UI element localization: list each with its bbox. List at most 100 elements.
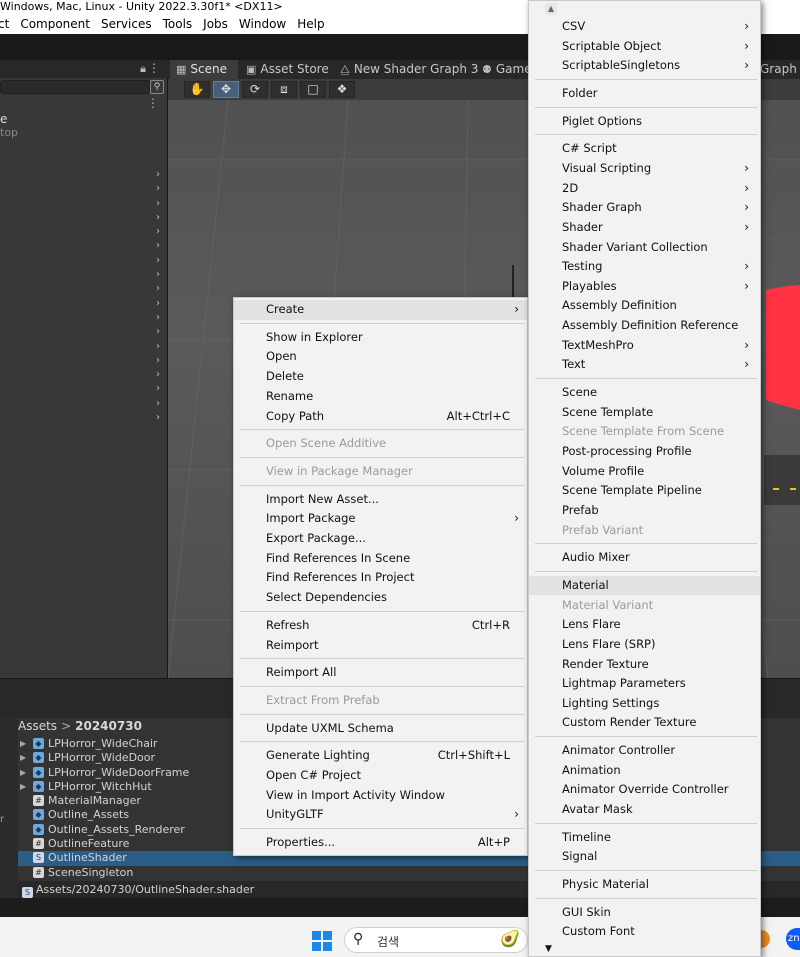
menu-help[interactable]: Help xyxy=(297,15,324,34)
menu-item-reimport[interactable]: Reimport xyxy=(234,636,527,656)
move-tool-icon[interactable]: ✥ xyxy=(213,81,239,98)
more-icon[interactable]: ⋮ xyxy=(148,61,160,75)
menu-ct[interactable]: ct xyxy=(0,15,9,34)
submenu-item-textmeshpro[interactable]: TextMeshPro › xyxy=(529,336,760,356)
transform-tool-icon[interactable]: ❖ xyxy=(329,81,355,98)
submenu-item-signal[interactable]: Signal xyxy=(529,847,760,867)
submenu-item-scene[interactable]: Scene xyxy=(529,383,760,403)
submenu-item-lens-flare-srp[interactable]: Lens Flare (SRP) xyxy=(529,635,760,655)
submenu-item-prefab[interactable]: Prefab xyxy=(529,501,760,521)
menu-item-find-references-in-scene[interactable]: Find References In Scene xyxy=(234,549,527,569)
menu-item-import-new-asset[interactable]: Import New Asset... xyxy=(234,490,527,510)
submenu-item-text[interactable]: Text › xyxy=(529,355,760,375)
submenu-item-assembly-definition-reference[interactable]: Assembly Definition Reference xyxy=(529,316,760,336)
chevron-right-icon[interactable]: › xyxy=(156,197,166,211)
menu-item-open-c-project[interactable]: Open C# Project xyxy=(234,766,527,786)
submenu-item-scene-template[interactable]: Scene Template xyxy=(529,403,760,423)
tab-game[interactable]: ⚉ Game xyxy=(476,60,536,79)
breadcrumb-assets[interactable]: Assets xyxy=(18,719,57,733)
expand-arrow-icon[interactable]: ▶ xyxy=(20,751,26,765)
menu-component[interactable]: Component xyxy=(20,15,90,34)
menu-item-export-package[interactable]: Export Package... xyxy=(234,529,527,549)
scroll-up-icon[interactable]: ▲ xyxy=(545,3,557,15)
menu-item-import-package[interactable]: Import Package › xyxy=(234,509,527,529)
submenu-item-material[interactable]: Material xyxy=(529,575,760,596)
submenu-item-animation[interactable]: Animation xyxy=(529,761,760,781)
menu-jobs[interactable]: Jobs xyxy=(203,15,228,34)
submenu-item-shader-graph[interactable]: Shader Graph › xyxy=(529,198,760,218)
breadcrumb-folder[interactable]: 20240730 xyxy=(75,719,142,733)
submenu-item-lighting-settings[interactable]: Lighting Settings xyxy=(529,694,760,714)
submenu-item-gui-skin[interactable]: GUI Skin xyxy=(529,903,760,923)
submenu-item-visual-scripting[interactable]: Visual Scripting › xyxy=(529,159,760,179)
submenu-item-timeline[interactable]: Timeline xyxy=(529,828,760,848)
submenu-item-scriptablesingletons[interactable]: ScriptableSingletons › xyxy=(529,56,760,76)
avocado-icon[interactable]: 🥑 xyxy=(500,929,520,948)
menu-item-copy-path[interactable]: Copy Path Alt+Ctrl+C xyxy=(234,407,527,427)
chevron-right-icon[interactable]: › xyxy=(156,382,166,396)
menu-item-open[interactable]: Open xyxy=(234,347,527,367)
tab-new-shader-graph-3[interactable]: ⧋ New Shader Graph 3 xyxy=(334,60,478,79)
submenu-item-folder[interactable]: Folder xyxy=(529,84,760,104)
menu-services[interactable]: Services xyxy=(101,15,152,34)
menu-item-reimport-all[interactable]: Reimport All xyxy=(234,663,527,683)
menu-item-unitygltf[interactable]: UnityGLTF › xyxy=(234,805,527,825)
expand-arrow-icon[interactable]: ▶ xyxy=(20,780,26,794)
hierarchy-item[interactable]: e xyxy=(0,112,7,126)
chevron-right-icon[interactable]: › xyxy=(156,397,166,411)
submenu-item-csv[interactable]: CSV › xyxy=(529,17,760,37)
submenu-item-post-processing-profile[interactable]: Post-processing Profile xyxy=(529,442,760,462)
chevron-right-icon[interactable]: › xyxy=(156,325,166,339)
chevron-right-icon[interactable]: › xyxy=(156,239,166,253)
chevron-right-icon[interactable]: › xyxy=(156,411,166,425)
submenu-item-playables[interactable]: Playables › xyxy=(529,277,760,297)
chevron-right-icon[interactable]: › xyxy=(156,297,166,311)
chevron-right-icon[interactable]: › xyxy=(156,211,166,225)
rotate-tool-icon[interactable]: ⟳ xyxy=(242,81,268,98)
submenu-item-volume-profile[interactable]: Volume Profile xyxy=(529,462,760,482)
submenu-item-custom-font[interactable]: Custom Font xyxy=(529,922,760,942)
hierarchy-menu-icon[interactable]: ⋮ xyxy=(147,96,159,110)
submenu-item-2d[interactable]: 2D › xyxy=(529,179,760,199)
menu-item-update-uxml-schema[interactable]: Update UXML Schema xyxy=(234,719,527,739)
windows-start-icon[interactable] xyxy=(312,931,332,951)
submenu-item-animator-override-controller[interactable]: Animator Override Controller xyxy=(529,780,760,800)
chevron-right-icon[interactable]: › xyxy=(156,311,166,325)
menu-window[interactable]: Window xyxy=(239,15,286,34)
menu-item-create[interactable]: Create › xyxy=(234,300,527,320)
menu-item-rename[interactable]: Rename xyxy=(234,387,527,407)
menu-item-refresh[interactable]: Refresh Ctrl+R xyxy=(234,616,527,636)
tab-asset-store[interactable]: ▣ Asset Store xyxy=(240,60,340,79)
submenu-item-shader-variant-collection[interactable]: Shader Variant Collection xyxy=(529,238,760,258)
lock-icon[interactable]: 🔒︎ xyxy=(140,62,146,76)
menu-item-select-dependencies[interactable]: Select Dependencies xyxy=(234,588,527,608)
submenu-item-testing[interactable]: Testing › xyxy=(529,257,760,277)
scale-tool-icon[interactable]: ⧈ xyxy=(271,81,297,98)
menu-item-generate-lighting[interactable]: Generate Lighting Ctrl+Shift+L xyxy=(234,746,527,766)
menu-tools[interactable]: Tools xyxy=(163,15,193,34)
submenu-item-custom-render-texture[interactable]: Custom Render Texture xyxy=(529,713,760,733)
menu-item-delete[interactable]: Delete xyxy=(234,367,527,387)
submenu-item-render-texture[interactable]: Render Texture xyxy=(529,655,760,675)
chevron-right-icon[interactable]: › xyxy=(156,368,166,382)
hierarchy-search-input[interactable] xyxy=(0,80,150,94)
submenu-item-lens-flare[interactable]: Lens Flare xyxy=(529,615,760,635)
search-filter-icon[interactable]: ⚲ xyxy=(150,80,164,94)
chevron-right-icon[interactable]: › xyxy=(156,282,166,296)
tab-scene[interactable]: ▦ Scene xyxy=(170,60,238,79)
expand-arrow-icon[interactable]: ▶ xyxy=(20,737,26,751)
submenu-item-shader[interactable]: Shader › xyxy=(529,218,760,238)
submenu-item-animator-controller[interactable]: Animator Controller xyxy=(529,741,760,761)
tab-graph[interactable]: Graph xyxy=(756,60,800,79)
chevron-right-icon[interactable]: › xyxy=(156,182,166,196)
chevron-right-icon[interactable]: › xyxy=(156,254,166,268)
chevron-right-icon[interactable]: › xyxy=(156,225,166,239)
submenu-item-physic-material[interactable]: Physic Material xyxy=(529,875,760,895)
submenu-item-avatar-mask[interactable]: Avatar Mask xyxy=(529,800,760,820)
submenu-item-audio-mixer[interactable]: Audio Mixer xyxy=(529,548,760,568)
hand-tool-icon[interactable]: ✋ xyxy=(184,81,210,98)
scroll-down-icon[interactable]: ▼ xyxy=(545,944,552,954)
chevron-right-icon[interactable]: › xyxy=(156,340,166,354)
chevron-right-icon[interactable]: › xyxy=(156,354,166,368)
chevron-right-icon[interactable]: › xyxy=(156,268,166,282)
